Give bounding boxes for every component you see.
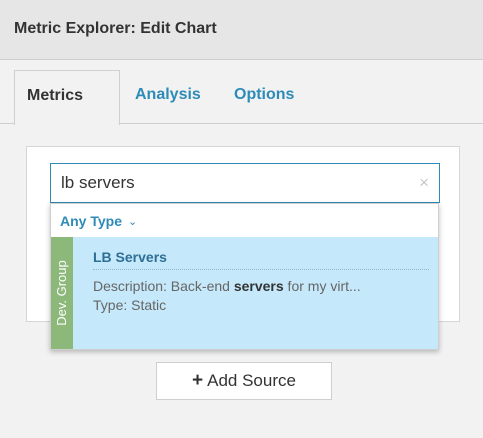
result-description: Description: Back-end servers for my vir…	[93, 278, 429, 294]
add-source-button[interactable]: + Add Source	[156, 362, 332, 400]
result-type: Type: Static	[93, 297, 167, 313]
result-title: LB Servers	[93, 249, 167, 265]
window-title: Metric Explorer: Edit Chart	[14, 20, 217, 37]
add-source-label: Add Source	[207, 371, 296, 390]
type-filter-dropdown[interactable]: Any Type ⌄	[60, 213, 137, 229]
tab-analysis[interactable]: Analysis	[135, 86, 201, 104]
search-results-dropdown: Any Type ⌄ Dev. Group LB Servers Descript…	[50, 203, 439, 350]
type-filter-label: Any Type	[60, 213, 122, 229]
desc-prefix: Description: Back-end	[93, 278, 234, 294]
tab-options[interactable]: Options	[234, 86, 294, 104]
desc-match: servers	[233, 278, 284, 294]
title-bar: Metric Explorer: Edit Chart	[0, 0, 483, 60]
search-input[interactable]	[51, 164, 391, 202]
result-item[interactable]: Dev. Group LB Servers Description: Back-…	[51, 237, 438, 349]
search-box: ×	[50, 163, 440, 203]
group-strip: Dev. Group	[51, 237, 73, 349]
group-label: Dev. Group	[54, 260, 69, 326]
result-divider	[93, 269, 429, 270]
clear-icon[interactable]: ×	[419, 173, 429, 193]
tab-bar: Metrics Analysis Options	[0, 60, 483, 125]
tab-metrics[interactable]: Metrics	[14, 70, 120, 125]
desc-suffix: for my virt...	[283, 278, 361, 294]
chevron-down-icon: ⌄	[127, 216, 138, 228]
plus-icon: +	[192, 370, 204, 391]
